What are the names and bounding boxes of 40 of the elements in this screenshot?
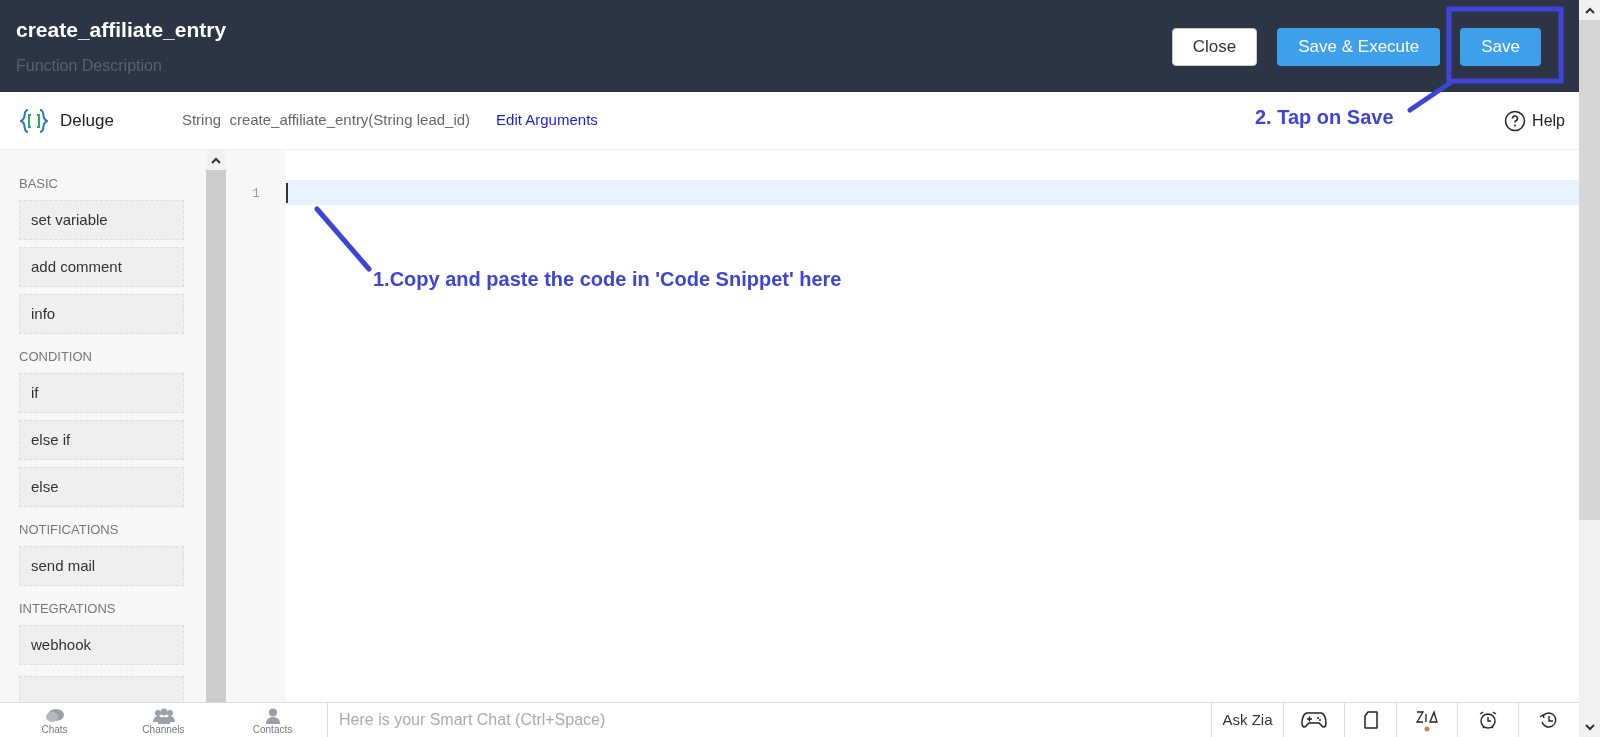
section-heading: BASIC	[19, 175, 59, 193]
ask-zia-button[interactable]: Ask Zia	[1211, 703, 1283, 737]
group-icon	[152, 708, 175, 724]
alarm-clock-icon[interactable]	[1478, 710, 1498, 730]
help-link[interactable]: Help	[1532, 108, 1565, 133]
annotation-text: 1.Copy and paste the code in 'Code Snippet' here	[373, 267, 842, 292]
smart-chat-field[interactable]: Here is your Smart Chat (Ctrl+Space)	[327, 703, 1211, 737]
function-title: create_affiliate_entry	[16, 17, 227, 43]
chat-bubble-icon	[44, 708, 65, 724]
section-heading: NOTIFICATIONS	[19, 521, 120, 539]
history-icon[interactable]	[1539, 710, 1559, 730]
sidebar-item[interactable]: info	[19, 294, 184, 334]
function-signature: String create_affiliate_entry(String lead_id)	[181, 110, 471, 131]
sidebar-item[interactable]: else	[19, 467, 184, 507]
sidebar-item[interactable]: webhook	[19, 625, 184, 665]
scrollbar-thumb[interactable]	[1579, 520, 1600, 717]
help-icon[interactable]	[1504, 109, 1527, 132]
edit-arguments-link[interactable]: Edit Arguments	[496, 109, 598, 132]
sidebar-item[interactable]: send mail	[19, 546, 184, 586]
annotation-text: 2. Tap on Save	[1255, 105, 1394, 130]
bottom-tab[interactable]: Channels	[109, 703, 218, 737]
scroll-down-icon[interactable]	[1584, 723, 1595, 731]
bottom-tab[interactable]: Contacts	[218, 703, 327, 737]
code-brackets-icon	[20, 106, 48, 135]
section-heading: CONDITION	[19, 348, 93, 366]
zia-logo-icon[interactable]	[1416, 708, 1438, 732]
header-button[interactable]: Close	[1171, 28, 1258, 66]
bottom-tab[interactable]: Chats	[0, 703, 109, 737]
sidebar-item[interactable]: set variable	[19, 200, 184, 240]
person-icon	[264, 708, 281, 724]
scroll-up-icon[interactable]	[211, 156, 221, 164]
sidebar-item[interactable]: add comment	[19, 247, 184, 287]
sidebar-item[interactable]: if	[19, 373, 184, 413]
language-label: Deluge	[60, 109, 114, 132]
sidebar-item[interactable]: else if	[19, 420, 184, 460]
gamepad-icon[interactable]	[1301, 711, 1327, 729]
line-number: 1	[252, 186, 260, 203]
scroll-up-icon[interactable]	[1584, 6, 1595, 14]
section-heading: INTEGRATIONS	[19, 600, 117, 618]
note-icon[interactable]	[1363, 711, 1378, 729]
